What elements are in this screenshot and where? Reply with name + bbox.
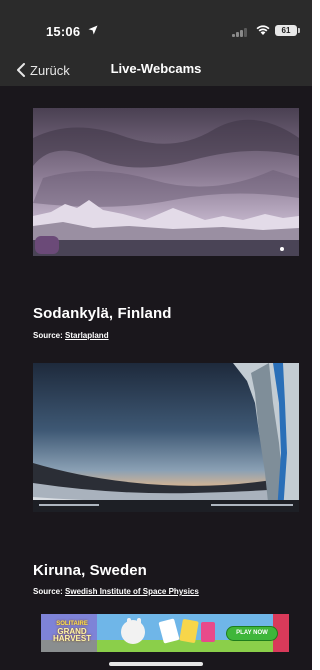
status-bar: 15:06 61 (0, 0, 312, 52)
ad-play-now-button[interactable]: PLAY NOW (226, 626, 278, 641)
webcam-title: Sodankylä, Finland (33, 305, 172, 322)
page-title: Live-Webcams (110, 61, 202, 76)
webcam-image-kiruna[interactable] (33, 363, 299, 512)
ad-logo: SOLITAIRE GRAND HARVEST (53, 621, 92, 643)
wifi-icon (256, 25, 270, 35)
app-screen: 15:06 61 Zurück Live-Webcams Sodankylä, … (0, 0, 312, 670)
webcam-image-sodankyla[interactable] (33, 108, 299, 256)
status-time: 15:06 (46, 24, 81, 39)
source-link[interactable]: Starlapland (65, 331, 109, 340)
location-arrow-icon (88, 25, 98, 35)
home-indicator (109, 662, 203, 666)
battery-icon: 61 (275, 25, 300, 36)
ad-banner[interactable]: SOLITAIRE GRAND HARVEST PLAY NOW (41, 614, 289, 652)
webcam-source: Source: Starlapland (33, 331, 109, 340)
source-link[interactable]: Swedish Institute of Space Physics (65, 587, 199, 596)
source-prefix: Source: (33, 587, 66, 596)
navigation-bar: Zurück Live-Webcams (0, 52, 312, 86)
webcam-title: Kiruna, Sweden (33, 562, 147, 579)
source-prefix: Source: (33, 331, 66, 340)
webcam-source: Source: Swedish Institute of Space Physi… (33, 587, 199, 596)
ad-logo-line3: HARVEST (53, 634, 92, 643)
ad-container: SOLITAIRE GRAND HARVEST PLAY NOW (0, 610, 312, 656)
